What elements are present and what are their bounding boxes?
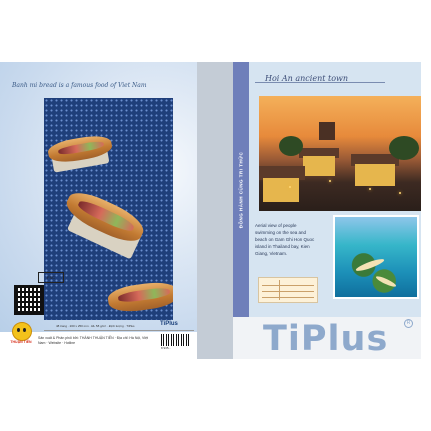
manufacturer-info: Sản xuất & Phân phối bởi: THÀNH THUẬN TI… [38,336,148,345]
banh-mi-photo [44,98,173,320]
specs-row: 48 trang · 200 x 250 mm · ĐL 58 g/m² · Đ… [56,324,135,328]
mascot-label: THUẬN TIẾN [10,340,32,344]
barcode-number: 8 935... [161,346,172,350]
front-cover: ĐỒNG HÀNH CÙNG TRI THỨC Hoi An ancient t… [233,62,421,359]
registered-mark: R [404,319,413,328]
brand-logo-text: TiPlus [263,319,389,359]
barcode [161,334,191,346]
side-stripe: ĐỒNG HÀNH CÙNG TRI THỨC [233,62,249,317]
stripe-slogan: ĐỒNG HÀNH CÙNG TRI THỨC [238,151,244,229]
brand-logo: TiPlus R [249,317,421,359]
divider [44,330,194,331]
qr-code [14,285,44,315]
mascot-logo: THUẬN TIẾN [10,322,32,348]
title-underline [255,82,385,83]
island-photo [333,215,419,299]
barcode-area: 8 935... [161,334,191,352]
brand-small: TiPlus [160,321,178,327]
back-cover-title: Banh mi bread is a famous food of Viet N… [12,82,147,89]
hoi-an-photo [259,96,421,211]
back-cover: Banh mi bread is a famous food of Viet N… [0,62,197,359]
name-label-box [258,277,318,303]
spine [197,62,233,359]
fsc-badge: FSC [38,272,64,283]
island-caption: Aerial view of people swimming on the se… [255,223,315,256]
